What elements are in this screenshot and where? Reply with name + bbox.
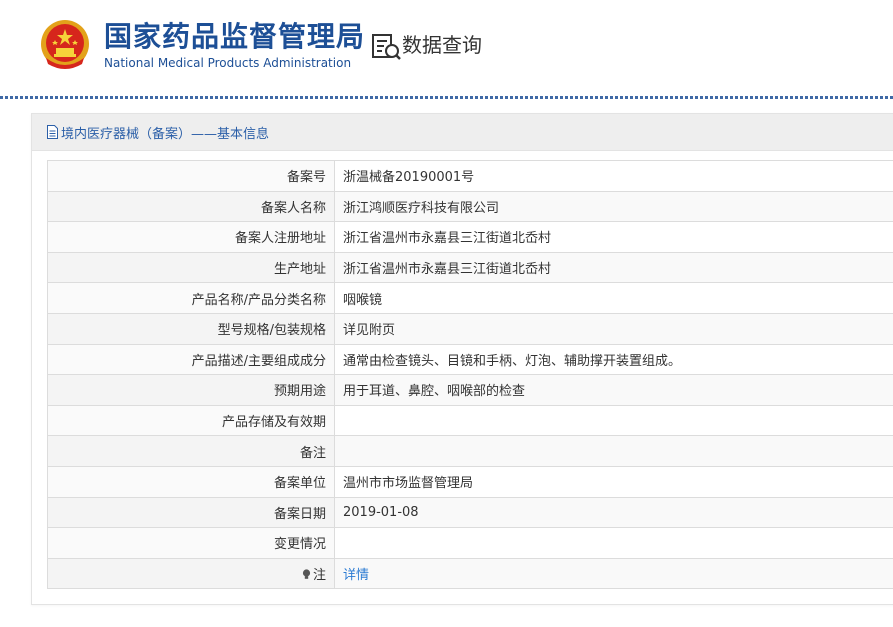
field-value: 用于耳道、鼻腔、咽喉部的检查: [334, 374, 893, 406]
field-label: 型号规格/包装规格: [47, 312, 335, 345]
field-label: 产品描述/主要组成成分: [47, 343, 335, 376]
table-row: 备案人注册地址 浙江省温州市永嘉县三江街道北岙村: [47, 221, 893, 253]
field-value: 浙温械备20190001号: [334, 160, 893, 192]
field-value: [334, 527, 893, 559]
field-label: 备案人注册地址: [47, 221, 335, 253]
field-label: 备案人名称: [47, 190, 335, 223]
field-value: [334, 435, 893, 467]
field-label: 产品名称/产品分类名称: [47, 282, 335, 314]
record-panel: 境内医疗器械（备案）——基本信息 备案号 浙温械备20190001号 备案人名称…: [31, 113, 893, 605]
table-row: 注 详情: [47, 557, 893, 590]
header-divider: [0, 96, 893, 99]
lightbulb-icon: [302, 569, 311, 579]
table-row: 产品存储及有效期: [47, 404, 893, 437]
data-query-label[interactable]: 数据查询: [402, 31, 482, 59]
table-row: 生产地址 浙江省温州市永嘉县三江街道北岙村: [47, 251, 893, 284]
org-name-cn: 国家药品监督管理局: [104, 20, 366, 53]
table-row: 备案日期 2019-01-08: [47, 496, 893, 529]
field-label: 备案单位: [47, 465, 335, 498]
field-label: 注: [312, 568, 326, 584]
national-emblem-icon: [41, 20, 89, 69]
note-label-cell: 注: [47, 557, 335, 590]
field-label: 备注: [47, 435, 335, 467]
field-label: 备案日期: [47, 496, 335, 529]
field-value: [334, 404, 893, 437]
org-name-en: National Medical Products Administration: [104, 56, 352, 70]
site-header: 国家药品监督管理局 National Medical Products Admi…: [0, 0, 893, 96]
field-value: 通常由检查镜头、目镜和手柄、灯泡、辅助撑开装置组成。: [334, 343, 893, 376]
field-value-cell: 详情: [334, 557, 893, 590]
table-row: 备案号 浙温械备20190001号: [47, 160, 893, 192]
table-row: 预期用途 用于耳道、鼻腔、咽喉部的检查: [47, 374, 893, 406]
field-value: 浙江省温州市永嘉县三江街道北岙村: [334, 251, 893, 284]
field-label: 产品存储及有效期: [47, 404, 335, 437]
record-detail-table: 备案号 浙温械备20190001号 备案人名称 浙江鸿顺医疗科技有限公司 备案人…: [47, 160, 893, 590]
field-value: 详见附页: [334, 312, 893, 345]
table-row: 产品描述/主要组成成分 通常由检查镜头、目镜和手柄、灯泡、辅助撑开装置组成。: [47, 343, 893, 376]
field-label: 变更情况: [47, 527, 335, 559]
field-value: 咽喉镜: [334, 282, 893, 314]
field-value: 浙江省温州市永嘉县三江街道北岙村: [334, 221, 893, 253]
table-row: 备注: [47, 435, 893, 467]
table-row: 型号规格/包装规格 详见附页: [47, 312, 893, 345]
field-label: 备案号: [47, 160, 335, 192]
table-row: 备案单位 温州市市场监督管理局: [47, 465, 893, 498]
table-row: 产品名称/产品分类名称 咽喉镜: [47, 282, 893, 314]
table-row: 变更情况: [47, 527, 893, 559]
field-value: 2019-01-08: [334, 496, 893, 529]
table-row: 备案人名称 浙江鸿顺医疗科技有限公司: [47, 190, 893, 223]
field-label: 生产地址: [47, 251, 335, 284]
field-value: 浙江鸿顺医疗科技有限公司: [334, 190, 893, 223]
panel-header: 境内医疗器械（备案）——基本信息: [32, 114, 893, 151]
document-icon: [47, 125, 58, 139]
panel-title: 境内医疗器械（备案）——基本信息: [61, 126, 270, 142]
field-value: 温州市市场监督管理局: [334, 465, 893, 498]
details-link[interactable]: 详情: [343, 568, 369, 583]
data-query-icon: [372, 34, 401, 60]
field-label: 预期用途: [47, 374, 335, 406]
